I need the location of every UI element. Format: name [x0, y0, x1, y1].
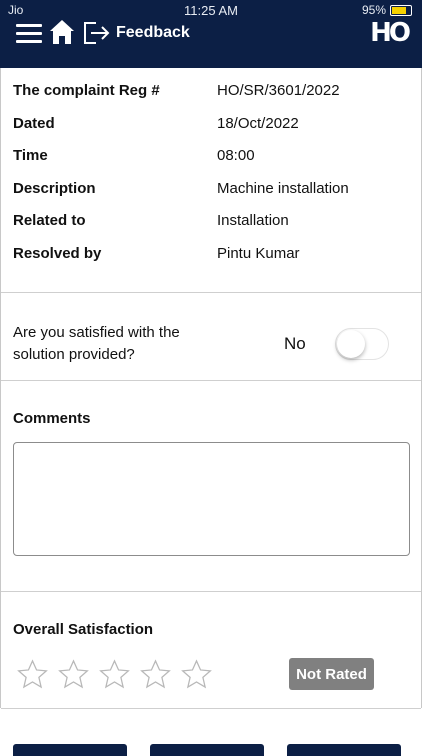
detail-row-resolved: Resolved by Pintu Kumar	[13, 245, 413, 265]
home-icon[interactable]	[48, 18, 76, 46]
detail-value: Installation	[217, 212, 289, 229]
complaint-details: The complaint Reg # HO/SR/3601/2022 Date…	[1, 68, 421, 293]
bottom-button-2[interactable]	[150, 744, 264, 756]
detail-value: HO/SR/3601/2022	[217, 82, 340, 99]
navbar: Feedback HO	[0, 18, 422, 58]
comments-title: Comments	[13, 410, 91, 427]
detail-label: Description	[13, 180, 96, 197]
detail-value: Machine installation	[217, 180, 349, 197]
satisfaction-section: Are you satisfied with the solution prov…	[1, 292, 421, 381]
rating-section: Overall Satisfaction Not Rated	[1, 591, 421, 709]
detail-label: Resolved by	[13, 245, 102, 262]
rating-status-badge: Not Rated	[289, 658, 374, 690]
detail-row-dated: Dated 18/Oct/2022	[13, 115, 413, 135]
detail-row-reg: The complaint Reg # HO/SR/3601/2022	[13, 82, 413, 102]
comments-section: Comments	[1, 380, 421, 592]
detail-row-time: Time 08:00	[13, 147, 413, 167]
detail-label: Time	[13, 147, 48, 164]
bottom-action-bar	[0, 740, 422, 756]
menu-icon[interactable]	[16, 24, 42, 44]
satisfaction-question: Are you satisfied with the solution prov…	[13, 324, 180, 363]
logout-icon[interactable]	[82, 20, 112, 46]
star-icon[interactable]	[140, 659, 171, 690]
satisfaction-toggle[interactable]	[335, 328, 389, 360]
detail-value: 08:00	[217, 147, 255, 164]
bottom-button-1[interactable]	[13, 744, 127, 756]
status-right: 95%	[362, 3, 412, 17]
detail-label: Dated	[13, 115, 55, 132]
detail-label: The complaint Reg #	[13, 82, 160, 99]
detail-value: 18/Oct/2022	[217, 115, 299, 132]
battery-percent: 95%	[361, 3, 386, 17]
app-header: Jio 11:25 AM 95% Feedback HO	[0, 0, 422, 68]
detail-label: Related to	[13, 212, 86, 229]
star-rating	[17, 659, 212, 690]
brand-logo: HO	[370, 18, 411, 48]
detail-row-related: Related to Installation	[13, 212, 413, 232]
star-icon[interactable]	[181, 659, 212, 690]
detail-value: Pintu Kumar	[217, 245, 300, 262]
status-bar: Jio 11:25 AM 95%	[0, 0, 422, 20]
status-time: 11:25 AM	[184, 3, 238, 18]
bottom-button-3[interactable]	[287, 744, 401, 756]
toggle-knob	[337, 330, 365, 358]
page-title: Feedback	[116, 24, 190, 41]
feedback-card: The complaint Reg # HO/SR/3601/2022 Date…	[0, 68, 422, 709]
comments-input[interactable]	[13, 442, 410, 556]
star-icon[interactable]	[99, 659, 130, 690]
satisfaction-answer: No	[284, 334, 306, 353]
detail-row-description: Description Machine installation	[13, 180, 413, 200]
rating-title: Overall Satisfaction	[13, 621, 154, 638]
star-icon[interactable]	[17, 659, 48, 690]
battery-icon	[390, 4, 412, 16]
star-icon[interactable]	[58, 659, 89, 690]
